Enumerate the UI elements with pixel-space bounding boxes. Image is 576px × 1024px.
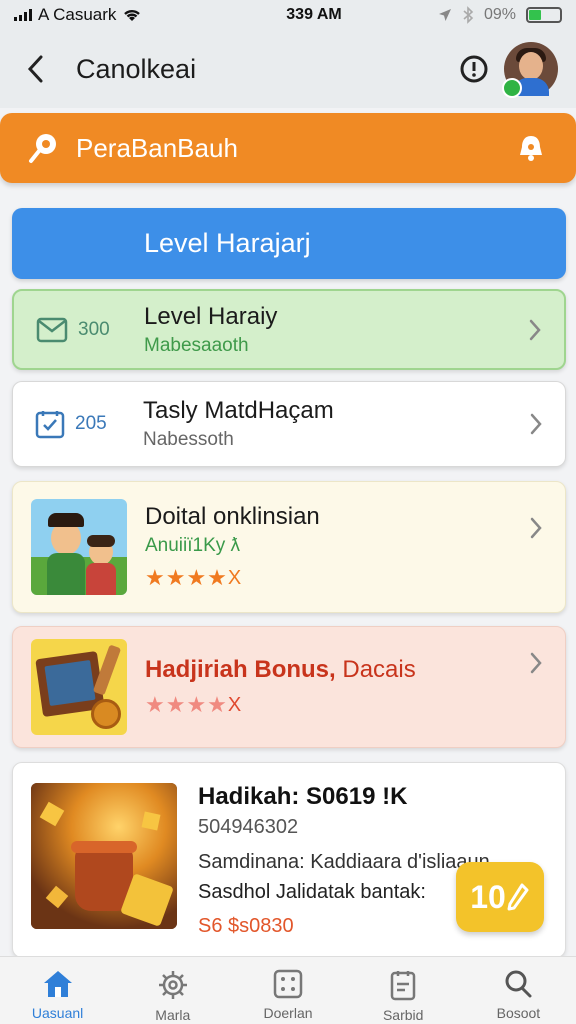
rating-stars: ★★★★ X: [145, 692, 242, 717]
bluetooth-icon: [463, 6, 474, 24]
pencil-icon: [507, 883, 529, 911]
tab-label: Doerlan: [263, 1005, 313, 1021]
page-title: Canolkeai: [76, 53, 197, 84]
card-subtitle: Anuiiï1Ky ƛ: [145, 535, 241, 556]
pin-icon: [29, 134, 56, 163]
calendar-check-icon: [35, 411, 65, 439]
info-button[interactable]: [454, 49, 494, 89]
chevron-right-icon: [530, 413, 542, 435]
row-subtitle: Mabesaaoth: [144, 334, 249, 356]
promo-banner[interactable]: PeraBanBauh: [0, 113, 576, 183]
tab-label: Marla: [155, 1007, 191, 1023]
row-subtitle: Nabessoth: [143, 429, 234, 450]
home-icon: [43, 971, 72, 997]
tab-label: Uasuanl: [31, 1005, 84, 1021]
fab-label: 10: [470, 878, 506, 915]
mail-icon: [36, 317, 68, 342]
card-title: Hadjiriah Bonus,: [145, 656, 336, 683]
tablet-coin-image: [31, 639, 127, 735]
gear-icon: [158, 971, 187, 999]
tab-media[interactable]: Marla: [115, 957, 230, 1024]
floating-action-button[interactable]: 10: [456, 862, 544, 932]
battery-percent: 09%: [483, 6, 516, 23]
card-title-extra: Dacais: [342, 656, 416, 683]
tab-home[interactable]: Uasuanl: [0, 957, 115, 1024]
treasure-pot-image: [31, 783, 177, 929]
chevron-right-icon: [530, 652, 542, 674]
cartoon-family-image: [31, 499, 127, 595]
offer-detail: Sasdhol Jalidatak bantak:: [198, 881, 426, 903]
location-icon: [438, 9, 451, 21]
status-time: 339 AM: [286, 6, 342, 23]
offer-price: S6 $s0830: [198, 915, 294, 937]
star-icon: ★★★★: [145, 565, 228, 590]
chevron-right-icon: [529, 319, 541, 340]
promo-card-bonus[interactable]: Hadjiriah Bonus, Dacais ★★★★ X: [12, 626, 566, 748]
promo-card-digital[interactable]: Doital onklinsian Anuiiï1Ky ƛ ★★★★ X: [12, 481, 566, 613]
card-title: Doital onklinsian: [145, 503, 320, 530]
offer-id: 504946302: [198, 816, 299, 838]
rating-stars: ★★★★ X: [145, 565, 242, 590]
offer-title: Hadikah: S0619 !K: [198, 783, 408, 810]
battery-icon: [526, 7, 562, 23]
list-item-tasks[interactable]: 205 Tasly MatdHaçam Nabessoth: [12, 381, 566, 467]
avatar[interactable]: [502, 42, 558, 98]
bell-button[interactable]: [506, 131, 556, 165]
wifi-icon: [124, 9, 141, 21]
search-icon: [505, 970, 532, 998]
document-icon: [390, 971, 416, 1001]
back-button[interactable]: [8, 39, 64, 99]
row-title: Level Haraiy: [144, 302, 278, 330]
list-item-level[interactable]: 300 Level Haraiy Mabesaaoth: [12, 289, 566, 370]
signal-icon: [14, 9, 32, 21]
dice-icon: [273, 969, 303, 999]
carrier-name: A Casuark: [38, 5, 117, 24]
tab-search[interactable]: Bosoot: [461, 957, 576, 1024]
level-button[interactable]: Level Harajarj: [12, 208, 566, 279]
app-bar: Canolkeai: [0, 30, 576, 108]
tab-label: Bosoot: [496, 1005, 541, 1021]
tab-label: Sarbid: [382, 1007, 424, 1023]
bottom-tab-bar: Uasuanl Marla Doerlan Sarbid Bosoot: [0, 956, 576, 1024]
tab-games[interactable]: Doerlan: [230, 957, 345, 1024]
tab-documents[interactable]: Sarbid: [346, 957, 461, 1024]
status-bar: A Casuark 339 AM 09%: [0, 0, 576, 30]
row-title: Tasly MatdHaçam: [143, 397, 334, 424]
banner-text: PeraBanBauh: [76, 132, 238, 163]
online-status-icon: [502, 78, 522, 98]
row-count: 205: [75, 413, 107, 434]
star-icon: ★★★★: [145, 692, 228, 717]
bell-icon: [520, 136, 542, 161]
row-count: 300: [78, 318, 110, 340]
chevron-right-icon: [530, 517, 542, 539]
info-icon: [460, 55, 488, 83]
chevron-left-icon: [27, 55, 43, 83]
